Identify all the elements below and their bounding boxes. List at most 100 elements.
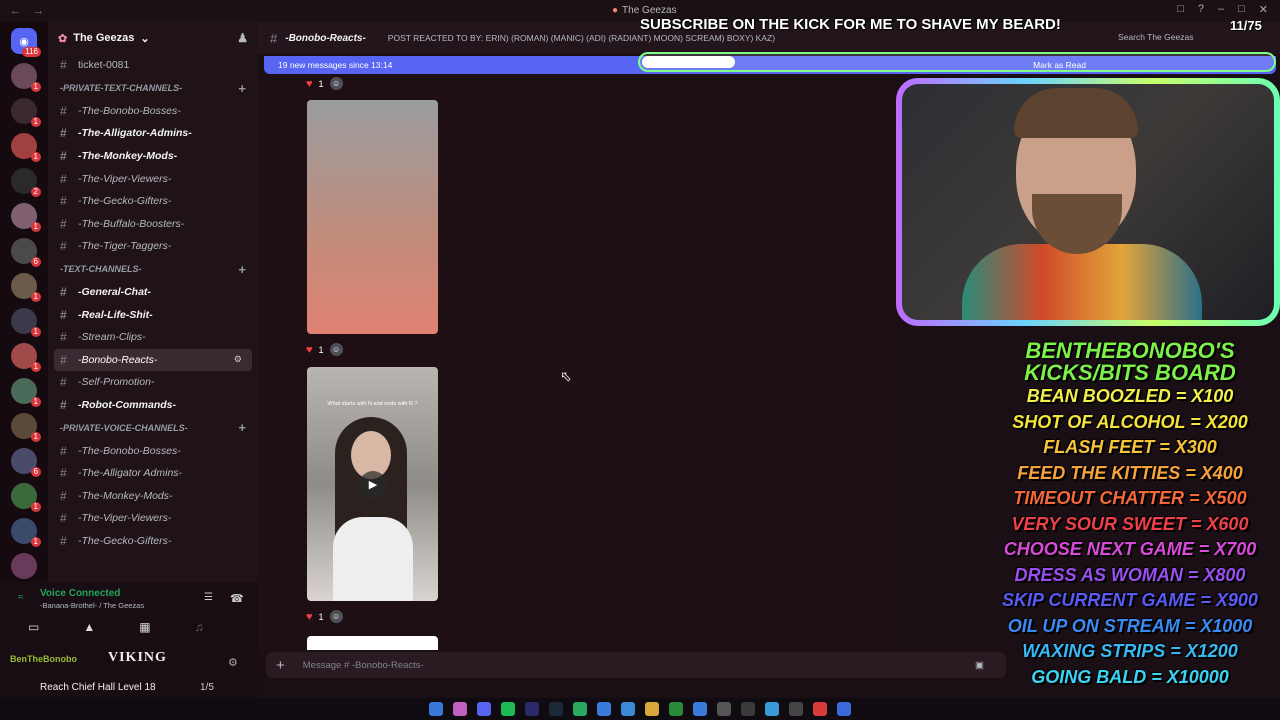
channel-category[interactable]: -PRIVATE-VOICE-CHANNELS- + (48, 416, 258, 439)
taskbar-app-icon[interactable] (453, 702, 467, 716)
add-reaction-icon[interactable]: ☺ (329, 610, 343, 623)
taskbar-app-icon[interactable] (789, 702, 803, 716)
server-icon[interactable]: 1 (11, 483, 41, 512)
server-icon[interactable]: 1 (11, 98, 41, 127)
back-icon[interactable]: ← (10, 5, 21, 17)
taskbar-app-icon[interactable] (669, 702, 683, 716)
channel-item[interactable]: # -The-Buffalo-Boosters- (48, 213, 258, 236)
taskbar-app-icon[interactable] (549, 702, 563, 716)
taskbar-app-icon[interactable] (693, 702, 707, 716)
help-icon[interactable]: ? (1198, 3, 1204, 16)
server-icon[interactable]: 6 (11, 238, 41, 267)
minimize-icon[interactable]: – (1218, 3, 1224, 16)
media-attachment[interactable] (307, 100, 438, 334)
channel-item[interactable]: # -The-Viper-Viewers- (48, 167, 258, 190)
video-attachment[interactable]: What starts with N and ends with R ? ▶ (307, 367, 438, 601)
taskbar-app-icon[interactable] (645, 702, 659, 716)
hash-icon: # (60, 533, 67, 548)
voice-channel[interactable]: -Banana-Brothel- / The Geezas (40, 601, 144, 610)
hash-icon: # (60, 58, 67, 73)
server-icon[interactable]: 1 (11, 308, 41, 337)
heart-reaction[interactable]: ♥ (306, 611, 313, 623)
channel-item[interactable]: # -Self-Promotion- (48, 371, 258, 394)
server-icon[interactable]: 6 (11, 448, 41, 477)
taskbar-app-icon[interactable] (741, 702, 755, 716)
taskbar-app-icon[interactable] (429, 702, 443, 716)
media-attachment[interactable] (307, 636, 438, 650)
channel-item[interactable]: # -The-Monkey-Mods- (48, 485, 258, 508)
home-button[interactable]: ◉ 116 (11, 28, 41, 57)
channel-item[interactable]: # -General-Chat- (48, 281, 258, 304)
message-composer[interactable]: + Message # -Bonobo-Reacts- ▣ (266, 652, 1006, 678)
server-icon[interactable]: 1 (11, 518, 41, 547)
taskbar-app-icon[interactable] (573, 702, 587, 716)
channel-item[interactable]: # ticket-0081 (48, 54, 258, 77)
add-channel-icon[interactable]: + (238, 81, 246, 96)
soundboard-icon[interactable]: ♫ (195, 620, 204, 634)
channel-item[interactable]: # -The-Monkey-Mods- (48, 145, 258, 168)
server-icon[interactable]: 1 (11, 413, 41, 442)
quest-label[interactable]: Reach Chief Hall Level 18 1/5 (40, 682, 214, 693)
channel-item[interactable]: # -The-Gecko-Gifters- (48, 190, 258, 213)
user-name[interactable]: BenTheBonobo (10, 654, 77, 664)
channel-category[interactable]: -TEXT-CHANNELS- + (48, 258, 258, 281)
waveform-icon[interactable]: ☰ (204, 592, 213, 603)
taskbar-app-icon[interactable] (501, 702, 515, 716)
play-icon[interactable]: ▶ (359, 471, 387, 499)
channel-topic[interactable]: POST REACTED TO BY: ERIN) (ROMAN) (MANIC… (388, 33, 775, 43)
channel-item[interactable]: # -Real-Life-Shit- (48, 303, 258, 326)
channel-item[interactable]: # -Bonobo-Reacts- ⚙ (54, 348, 252, 372)
reaction-count: 1 (318, 78, 324, 89)
channel-item[interactable]: # -Robot-Commands- (48, 394, 258, 417)
search-input[interactable]: Search The Geezas (1118, 32, 1193, 42)
message-input[interactable]: Message # -Bonobo-Reacts- (303, 660, 424, 671)
disconnect-icon[interactable]: ☎ (230, 592, 244, 605)
add-reaction-icon[interactable]: ☺ (329, 343, 343, 356)
taskbar-app-icon[interactable] (621, 702, 635, 716)
channel-item[interactable]: # -The-Bonobo-Bosses- (48, 100, 258, 123)
add-member-icon[interactable]: ♟ (237, 31, 248, 45)
channel-item[interactable]: # -Stream-Clips- (48, 326, 258, 349)
settings-icon[interactable]: ⚙ (228, 656, 238, 669)
close-icon[interactable]: ✕ (1259, 3, 1268, 16)
channel-item[interactable]: # -The-Gecko-Gifters- (48, 530, 258, 553)
server-icon[interactable]: 2 (11, 168, 41, 197)
taskbar-app-icon[interactable] (597, 702, 611, 716)
screenshare-icon[interactable]: ▲ (83, 620, 95, 634)
add-reaction-icon[interactable]: ☺ (329, 77, 343, 90)
taskbar-app-icon[interactable] (525, 702, 539, 716)
channel-label: -Self-Promotion- (78, 376, 155, 389)
server-header[interactable]: ✿ The Geezas ⌄ ♟ (48, 22, 258, 54)
activity-icon[interactable]: ▦ (139, 620, 150, 634)
add-channel-icon[interactable]: + (238, 262, 246, 277)
channel-item[interactable]: # -The-Bonobo-Bosses- (48, 439, 258, 462)
channel-item[interactable]: # -The-Alligator Admins- (48, 462, 258, 485)
video-off-icon[interactable]: ▭ (28, 620, 39, 634)
server-icon[interactable]: 1 (11, 378, 41, 407)
taskbar-app-icon[interactable] (717, 702, 731, 716)
server-icon[interactable]: 1 (11, 203, 41, 232)
add-channel-icon[interactable]: + (238, 420, 246, 435)
forward-icon[interactable]: → (33, 5, 44, 17)
channel-settings-icon[interactable]: ⚙ (234, 354, 242, 365)
maximize-icon[interactable]: □ (1238, 3, 1245, 16)
channel-item[interactable]: # -The-Tiger-Taggers- (48, 235, 258, 258)
channel-category[interactable]: -PRIVATE-TEXT-CHANNELS- + (48, 77, 258, 100)
server-icon[interactable]: 1 (11, 343, 41, 372)
taskbar-app-icon[interactable] (837, 702, 851, 716)
server-icon[interactable]: 1 (11, 273, 41, 302)
channel-item[interactable]: # -The-Alligator-Admins- (48, 122, 258, 145)
taskbar-app-icon[interactable] (765, 702, 779, 716)
channel-item[interactable]: # -The-Viper-Viewers- (48, 507, 258, 530)
inbox-icon[interactable]: □ (1177, 3, 1184, 16)
heart-reaction[interactable]: ♥ (306, 344, 313, 356)
attach-icon[interactable]: + (276, 657, 285, 674)
server-icon[interactable]: 1 (11, 63, 41, 92)
server-icon[interactable]: 1 (11, 133, 41, 162)
gift-icon[interactable]: ▣ (975, 660, 984, 671)
taskbar-app-icon[interactable] (477, 702, 491, 716)
server-icon[interactable] (11, 553, 37, 579)
taskbar-app-icon[interactable] (813, 702, 827, 716)
heart-reaction[interactable]: ♥ (306, 78, 313, 90)
server-badge: 1 (30, 502, 41, 512)
